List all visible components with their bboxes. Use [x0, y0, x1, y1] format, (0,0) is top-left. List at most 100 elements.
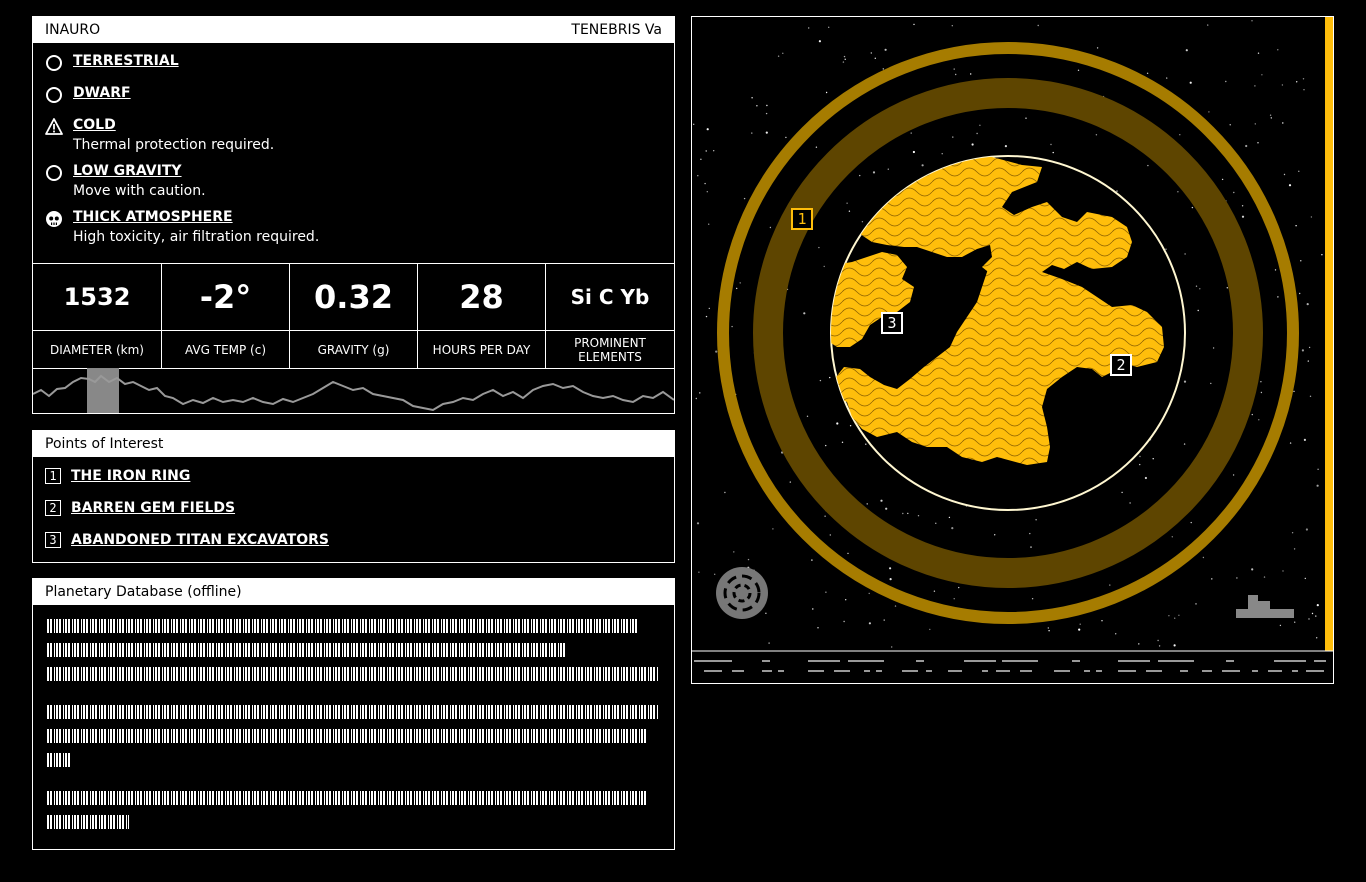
terrain-profile[interactable] [33, 368, 674, 413]
star [1299, 292, 1301, 295]
star [1241, 215, 1245, 218]
redacted-text-line [47, 705, 659, 719]
poi-number: 2 [45, 500, 61, 516]
star [1274, 269, 1277, 271]
star [713, 150, 715, 152]
poi-link[interactable]: ABANDONED TITAN EXCAVATORS [71, 532, 329, 548]
redacted-text-line [47, 815, 129, 829]
star [865, 443, 867, 445]
star [1293, 548, 1296, 550]
star [1152, 458, 1154, 460]
star [808, 27, 810, 29]
star [1052, 151, 1054, 154]
star [706, 191, 708, 193]
star [782, 52, 784, 54]
star [1179, 134, 1181, 136]
star [1189, 81, 1192, 84]
star [1261, 74, 1263, 76]
star [1260, 381, 1262, 383]
poi-link[interactable]: BARREN GEM FIELDS [71, 500, 235, 516]
trait-title[interactable]: DWARF [73, 85, 131, 101]
profile-selection-handle[interactable] [87, 368, 119, 413]
star [1195, 603, 1197, 605]
star [806, 415, 809, 417]
star [700, 158, 702, 160]
star [1288, 184, 1292, 187]
poi-item-titan-excavators[interactable]: 3 ABANDONED TITAN EXCAVATORS [45, 531, 329, 549]
star [1144, 476, 1147, 480]
redacted-text-line [47, 643, 567, 657]
star [756, 105, 758, 107]
star [1316, 484, 1319, 487]
star [868, 592, 870, 595]
star [829, 376, 831, 379]
star [1251, 568, 1254, 571]
star [1030, 546, 1032, 548]
star [768, 642, 770, 644]
map-edge-bar [1325, 17, 1333, 651]
poi-link[interactable]: THE IRON RING [71, 468, 190, 484]
star [1301, 349, 1304, 352]
planet-name: INAURO [45, 22, 101, 38]
poi-item-iron-ring[interactable]: 1 THE IRON RING [45, 467, 190, 485]
star [976, 132, 978, 135]
star [1101, 620, 1103, 622]
trait-title[interactable]: LOW GRAVITY [73, 163, 182, 179]
trait-title[interactable]: TERRESTRIAL [73, 53, 179, 69]
star [1309, 395, 1312, 397]
star [1310, 216, 1313, 218]
star [1283, 173, 1286, 176]
ground-strip [694, 660, 1326, 672]
star [1138, 643, 1140, 645]
star [1277, 49, 1279, 51]
star [861, 221, 864, 223]
star [705, 315, 708, 318]
stat-value: 1532 [63, 283, 131, 311]
redacted-text-line [47, 753, 71, 767]
star [825, 91, 828, 94]
star [1139, 455, 1141, 458]
star [952, 136, 954, 138]
star [1048, 630, 1050, 632]
star [1236, 577, 1238, 579]
star [812, 608, 814, 610]
star [1296, 81, 1298, 83]
star [1277, 296, 1279, 298]
redacted-text-line [47, 729, 647, 743]
star [935, 522, 937, 524]
stat-value: -2° [199, 278, 252, 316]
database-title: Planetary Database (offline) [45, 584, 242, 600]
star [1232, 474, 1235, 476]
star [1308, 618, 1310, 620]
star [953, 68, 955, 70]
poi-item-gem-fields[interactable]: 2 BARREN GEM FIELDS [45, 499, 235, 517]
star [912, 150, 915, 154]
star [1258, 419, 1260, 421]
star [1050, 143, 1052, 146]
star [1121, 491, 1123, 494]
star [859, 174, 861, 177]
star [1168, 615, 1170, 617]
star [1251, 413, 1253, 416]
star [971, 143, 974, 146]
trait-desc: High toxicity, air filtration required. [73, 229, 320, 245]
star [1229, 124, 1231, 126]
star [1199, 288, 1201, 290]
star [825, 444, 827, 447]
star [704, 182, 706, 185]
star [843, 620, 845, 623]
svg-text:1: 1 [797, 210, 806, 228]
trait-title[interactable]: THICK ATMOSPHERE [73, 209, 233, 225]
star [751, 132, 753, 134]
warning-icon [45, 118, 63, 135]
planet-map[interactable]: 1 2 3 [692, 17, 1333, 683]
star [1254, 123, 1256, 125]
star [772, 528, 774, 530]
star [1146, 72, 1149, 74]
star [1315, 615, 1317, 617]
star [902, 512, 904, 515]
trait-title[interactable]: COLD [73, 117, 116, 133]
star [1185, 49, 1188, 52]
star [994, 534, 996, 536]
planet-map-panel[interactable]: 1 2 3 [691, 16, 1334, 684]
